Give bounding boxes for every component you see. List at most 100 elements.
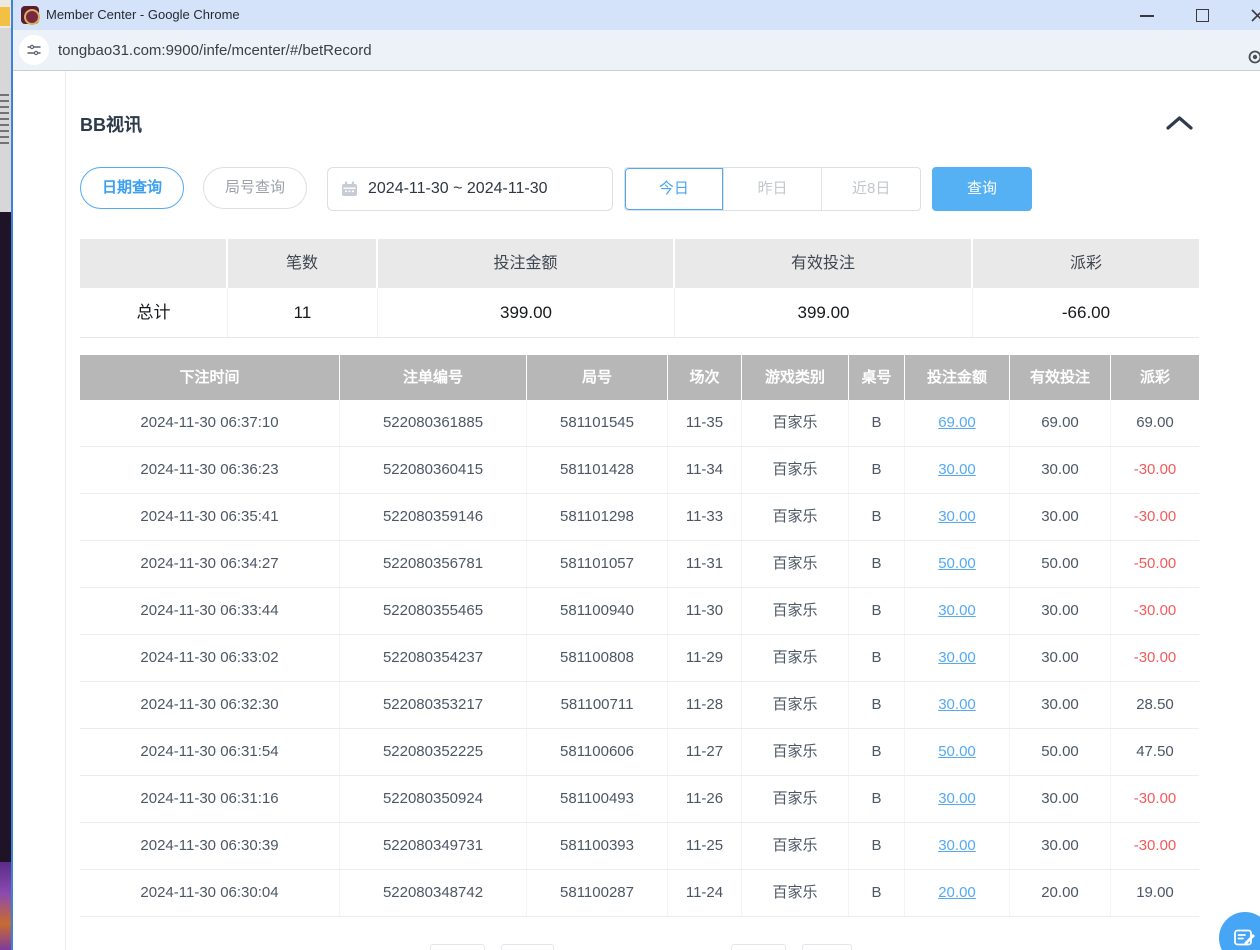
cell-bet-amount: 30.00 (905, 635, 1010, 681)
col-header-bet-time: 下注时间 (80, 355, 340, 400)
table-body: 2024-11-30 06:37:10522080361885581101545… (80, 400, 1199, 917)
bet-amount-link[interactable]: 50.00 (938, 555, 976, 572)
table-row: 2024-11-30 06:34:27522080356781581101057… (80, 541, 1199, 588)
summary-total-row: 总计 11 399.00 399.00 -66.00 (80, 288, 1199, 338)
round-query-button[interactable]: 局号查询 (203, 167, 307, 209)
cell-round-no: 581100287 (527, 870, 668, 916)
summary-valid-bet-value: 399.00 (675, 288, 973, 337)
cell-session: 11-30 (668, 588, 742, 634)
cell-bet-time: 2024-11-30 06:30:39 (80, 823, 340, 869)
cell-order-no: 522080356781 (340, 541, 527, 587)
pagination-button[interactable] (501, 944, 554, 950)
cell-round-no: 581101298 (527, 494, 668, 540)
window-title: Member Center - Google Chrome (46, 0, 240, 30)
cell-session: 11-28 (668, 682, 742, 728)
cell-table-no: B (849, 541, 905, 587)
bet-amount-link[interactable]: 30.00 (938, 461, 976, 478)
cell-round-no: 581100711 (527, 682, 668, 728)
cell-order-no: 522080361885 (340, 400, 527, 446)
url-text[interactable]: tongbao31.com:9900/infe/mcenter/#/betRec… (58, 30, 372, 71)
col-header-valid-bet: 有效投注 (1010, 355, 1111, 400)
summary-header-payout: 派彩 (973, 239, 1199, 288)
date-range-value: 2024-11-30 ~ 2024-11-30 (368, 180, 548, 198)
cell-payout: -50.00 (1111, 541, 1199, 587)
search-button[interactable]: 查询 (932, 167, 1032, 211)
cell-valid-bet: 30.00 (1010, 635, 1111, 681)
cell-table-no: B (849, 823, 905, 869)
cell-payout: -30.00 (1111, 447, 1199, 493)
pagination-button[interactable] (802, 944, 852, 950)
bet-amount-link[interactable]: 30.00 (938, 602, 976, 619)
close-icon[interactable] (1250, 8, 1260, 23)
cell-payout: 47.50 (1111, 729, 1199, 775)
bet-amount-link[interactable]: 50.00 (938, 743, 976, 760)
yesterday-button[interactable]: 昨日 (723, 168, 822, 210)
summary-header-blank (80, 239, 228, 288)
cell-bet-amount: 50.00 (905, 729, 1010, 775)
maximize-icon[interactable] (1196, 9, 1209, 22)
protection-status-icon[interactable] (1247, 49, 1260, 70)
cell-round-no: 581100393 (527, 823, 668, 869)
minimize-icon[interactable] (1140, 15, 1154, 17)
pagination-button[interactable] (430, 944, 485, 950)
table-row: 2024-11-30 06:30:04522080348742581100287… (80, 870, 1199, 917)
bet-amount-link[interactable]: 30.00 (938, 508, 976, 525)
page-title: BB视讯 (80, 111, 142, 137)
col-header-session: 场次 (668, 355, 742, 400)
date-range-input[interactable]: 2024-11-30 ~ 2024-11-30 (327, 167, 613, 211)
last-8-days-button[interactable]: 近8日 (821, 168, 920, 210)
cell-valid-bet: 20.00 (1010, 870, 1111, 916)
table-row: 2024-11-30 06:31:54522080352225581100606… (80, 729, 1199, 776)
cell-valid-bet: 69.00 (1010, 400, 1111, 446)
cell-valid-bet: 30.00 (1010, 776, 1111, 822)
note-pencil-icon (1232, 925, 1258, 950)
col-header-table-no: 桌号 (849, 355, 905, 400)
cell-payout: -30.00 (1111, 588, 1199, 634)
site-settings-icon[interactable] (19, 35, 49, 65)
collapse-chevron-icon[interactable] (1166, 115, 1193, 136)
cell-order-no: 522080350924 (340, 776, 527, 822)
cell-table-no: B (849, 776, 905, 822)
cell-order-no: 522080348742 (340, 870, 527, 916)
desktop-background-strip (0, 212, 11, 862)
cell-game-type: 百家乐 (742, 447, 849, 493)
cell-valid-bet: 30.00 (1010, 494, 1111, 540)
cell-game-type: 百家乐 (742, 823, 849, 869)
cell-order-no: 522080353217 (340, 682, 527, 728)
table-row: 2024-11-30 06:33:44522080355465581100940… (80, 588, 1199, 635)
bet-amount-link[interactable]: 30.00 (938, 837, 976, 854)
desktop-folder-fragment (0, 7, 10, 26)
cell-bet-time: 2024-11-30 06:37:10 (80, 400, 340, 446)
col-header-payout: 派彩 (1111, 355, 1199, 400)
cell-bet-time: 2024-11-30 06:33:44 (80, 588, 340, 634)
cell-session: 11-26 (668, 776, 742, 822)
cell-game-type: 百家乐 (742, 494, 849, 540)
cell-bet-time: 2024-11-30 06:34:27 (80, 541, 340, 587)
date-query-button[interactable]: 日期查询 (80, 167, 184, 209)
summary-bet-amount-value: 399.00 (378, 288, 675, 337)
table-row: 2024-11-30 06:32:30522080353217581100711… (80, 682, 1199, 729)
today-button[interactable]: 今日 (625, 168, 723, 210)
summary-header-bet-amount: 投注金额 (378, 239, 675, 288)
summary-payout-value: -66.00 (973, 288, 1199, 337)
cell-payout: 19.00 (1111, 870, 1199, 916)
cell-table-no: B (849, 588, 905, 634)
pagination-button[interactable] (731, 944, 786, 950)
summary-header-count: 笔数 (228, 239, 378, 288)
cell-session: 11-27 (668, 729, 742, 775)
cell-session: 11-31 (668, 541, 742, 587)
table-row: 2024-11-30 06:37:10522080361885581101545… (80, 400, 1199, 447)
cell-valid-bet: 50.00 (1010, 541, 1111, 587)
cell-payout: 69.00 (1111, 400, 1199, 446)
bet-amount-link[interactable]: 69.00 (938, 414, 976, 431)
cell-order-no: 522080359146 (340, 494, 527, 540)
cell-bet-time: 2024-11-30 06:31:54 (80, 729, 340, 775)
cell-order-no: 522080349731 (340, 823, 527, 869)
bet-amount-link[interactable]: 30.00 (938, 696, 976, 713)
cell-table-no: B (849, 682, 905, 728)
bet-amount-link[interactable]: 30.00 (938, 790, 976, 807)
cell-bet-time: 2024-11-30 06:36:23 (80, 447, 340, 493)
bet-amount-link[interactable]: 20.00 (938, 884, 976, 901)
cell-session: 11-24 (668, 870, 742, 916)
bet-amount-link[interactable]: 30.00 (938, 649, 976, 666)
